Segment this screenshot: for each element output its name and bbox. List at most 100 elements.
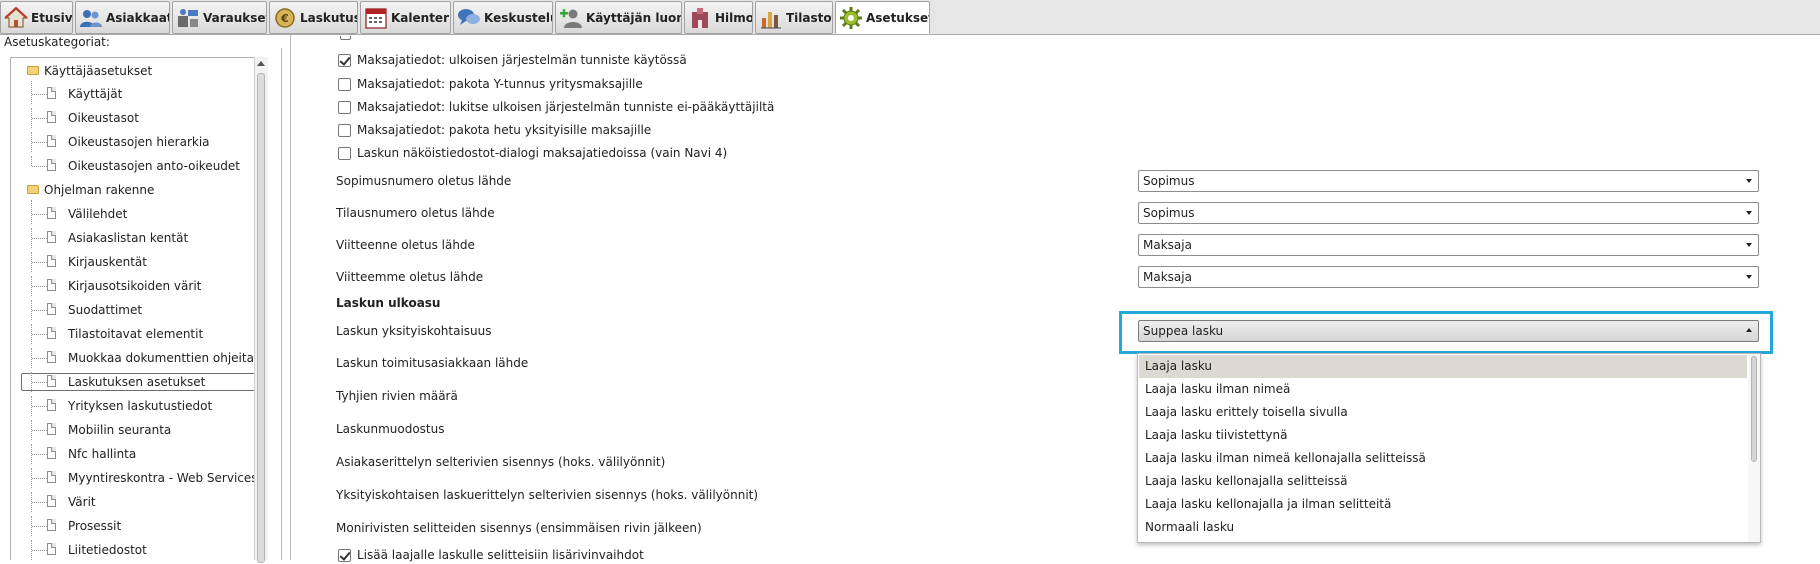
dropdown-option[interactable]: Laaja lasku <box>1139 355 1747 378</box>
hospital-icon <box>692 7 708 28</box>
checkbox-label: Laskun näköistiedostot-dialogi maksajati… <box>357 146 728 160</box>
tree-item-label: Nfc hallinta <box>68 447 137 461</box>
tree-item-label: Käyttäjät <box>68 87 123 101</box>
document-icon <box>47 447 56 459</box>
select-viitteenne[interactable]: Maksaja <box>1138 234 1759 256</box>
tree-item-prosessit[interactable]: Prosessit <box>11 516 265 536</box>
tab-laskutus[interactable]: € Laskutus <box>269 1 358 34</box>
tab-kayttajan-luonti[interactable]: Käyttäjän luonti <box>555 1 682 34</box>
chevron-down-icon <box>1746 275 1752 279</box>
document-icon <box>47 471 56 483</box>
field-label-selitteiden-sisennys: Monirivisten selitteiden sisennys (ensim… <box>336 521 702 535</box>
scrollbar-thumb[interactable] <box>1751 356 1757 462</box>
settings-category-tree: Käyttäjäasetukset Käyttäjät Oikeustasot … <box>10 57 266 560</box>
checkbox[interactable] <box>338 549 351 562</box>
dropdown-scrollbar[interactable] <box>1748 354 1760 542</box>
tab-asiakkaat[interactable]: Asiakkaat <box>75 1 170 34</box>
tab-etusivu[interactable]: Etusivu <box>0 1 73 34</box>
select-viitteemme[interactable]: Maksaja <box>1138 266 1759 288</box>
tab-varaukset[interactable]: Varaukset <box>172 1 267 34</box>
tree-item-valilehdet[interactable]: Välilehdet <box>11 200 265 224</box>
tree-folder-kayttajaasetukset[interactable]: Käyttäjäasetukset <box>11 61 265 81</box>
tab-label: Asetukset <box>866 10 930 25</box>
tree-item-label: Muokkaa dokumenttien ohjeita <box>68 351 254 365</box>
document-icon <box>47 207 56 219</box>
tab-tilastot[interactable]: Tilastot <box>755 1 833 34</box>
tree-item-label: Oikeustasojen hierarkia <box>68 135 210 149</box>
tree-item-suodattimet[interactable]: Suodattimet <box>11 300 265 320</box>
checkbox[interactable] <box>338 101 351 114</box>
chevron-down-icon <box>1746 179 1752 183</box>
dropdown-option[interactable]: Laaja lasku erittely toisella sivulla <box>1139 401 1747 424</box>
tree-item-label: Mobiilin seuranta <box>68 423 172 437</box>
scrollbar-thumb[interactable] <box>257 73 265 563</box>
tree-scrollbar[interactable] <box>254 57 268 563</box>
document-icon <box>47 519 56 531</box>
field-label-asiakaserittely-sisennys: Asiakaserittelyn selterivien sisennys (h… <box>336 455 666 469</box>
document-icon <box>47 255 56 267</box>
tab-label: Kalenteri <box>391 10 451 25</box>
tree-item-kirjauskentat[interactable]: Kirjauskentät <box>11 252 265 272</box>
tab-asetukset[interactable]: Asetukset <box>835 1 930 34</box>
tree-item-oikeustasot[interactable]: Oikeustasot <box>11 108 265 128</box>
tree-item-myyntireskontra[interactable]: Myyntireskontra - Web Services <box>11 468 265 488</box>
checkbox[interactable] <box>338 124 351 137</box>
tree-item-tilastoitavat-elementit[interactable]: Tilastoitavat elementit <box>11 324 265 344</box>
tree-item-oikeustasojen-anto-oikeudet[interactable]: Oikeustasojen anto-oikeudet <box>11 156 265 176</box>
tree-item-oikeustasojen-hierarkia[interactable]: Oikeustasojen hierarkia <box>11 132 265 152</box>
tree-item-liitetiedostot[interactable]: Liitetiedostot <box>11 540 265 560</box>
tab-label: Käyttäjän luonti <box>586 10 681 25</box>
document-icon <box>47 399 56 411</box>
checkbox[interactable] <box>338 54 351 67</box>
tab-keskustelu[interactable]: Keskustelu <box>453 1 553 34</box>
svg-text:€: € <box>280 12 289 25</box>
select-sopimusnumero[interactable]: Sopimus <box>1138 170 1759 192</box>
tree-item-laskutuksen-asetukset[interactable]: Laskutuksen asetukset <box>11 372 265 392</box>
section-title: Laskun ulkoasu <box>336 296 441 310</box>
tree-item-muokkaa-dokumenttien-ohjeita[interactable]: Muokkaa dokumenttien ohjeita <box>11 348 265 368</box>
document-icon <box>47 375 56 387</box>
document-icon <box>47 279 56 291</box>
checkbox[interactable] <box>338 78 351 91</box>
tree-item-asiakaslistan-kentat[interactable]: Asiakaslistan kentät <box>11 228 265 248</box>
tab-label: Keskustelu <box>484 10 553 25</box>
folder-icon <box>27 185 39 194</box>
dropdown-option[interactable]: Laaja lasku ilman nimeä kellonajalla sel… <box>1139 447 1747 470</box>
document-icon <box>47 111 56 123</box>
tab-kalenteri[interactable]: Kalenteri <box>360 1 451 34</box>
field-label-laskunmuodostus: Laskunmuodostus <box>336 422 445 436</box>
tree-item-yrityksen-laskutustiedot[interactable]: Yrityksen laskutustiedot <box>11 396 265 416</box>
folder-icon <box>27 66 39 75</box>
dropdown-option[interactable]: Laaja lasku kellonajalla ja ilman selitt… <box>1139 493 1747 516</box>
home-icon <box>4 6 28 28</box>
tree-item-label: Asiakaslistan kentät <box>68 231 189 245</box>
field-label-laskuerittely-sisennys: Yksityiskohtaisen laskuerittelyn selteri… <box>336 488 759 502</box>
dropdown-option[interactable]: Normaali lasku <box>1139 516 1747 539</box>
dropdown-option[interactable]: Laaja lasku tiivistettynä <box>1139 424 1747 447</box>
dropdown-option[interactable]: Laaja lasku kellonajalla selitteissä <box>1139 470 1747 493</box>
checkbox-label: Maksajatiedot: lukitse ulkoisen järjeste… <box>357 100 775 114</box>
reservations-icon <box>178 8 198 27</box>
tree-item-nfc-hallinta[interactable]: Nfc hallinta <box>11 444 265 464</box>
select-yksityiskohtaisuus[interactable]: Suppea lasku <box>1138 320 1759 342</box>
tab-hilmo[interactable]: Hilmo <box>684 1 753 34</box>
add-user-icon <box>560 8 582 28</box>
select-value: Sopimus <box>1143 206 1195 220</box>
tree-folder-ohjelman-rakenne[interactable]: Ohjelman rakenne <box>11 180 265 200</box>
calendar-icon <box>365 7 387 29</box>
tree-item-label: Prosessit <box>68 519 122 533</box>
tree-item-mobiilin-seuranta[interactable]: Mobiilin seuranta <box>11 420 265 440</box>
tree-item-label: Myyntireskontra - Web Services <box>68 471 258 485</box>
checkbox[interactable] <box>338 147 351 160</box>
tree-item-varit[interactable]: Värit <box>11 492 265 512</box>
tree-item-label: Laskutuksen asetukset <box>68 375 206 389</box>
checkbox-label: Lisää laajalle laskulle selitteisiin lis… <box>357 548 644 562</box>
select-tilausnumero[interactable]: Sopimus <box>1138 202 1759 224</box>
scroll-up-arrow-icon[interactable] <box>257 61 265 66</box>
tree-item-label: Värit <box>68 495 96 509</box>
tree-item-kirjausotsikoiden-varit[interactable]: Kirjausotsikoiden värit <box>11 276 265 296</box>
chevron-down-icon <box>1746 211 1752 215</box>
tree-item-kayttajat[interactable]: Käyttäjät <box>11 81 265 104</box>
document-icon <box>47 543 56 555</box>
dropdown-option[interactable]: Laaja lasku ilman nimeä <box>1139 378 1747 401</box>
